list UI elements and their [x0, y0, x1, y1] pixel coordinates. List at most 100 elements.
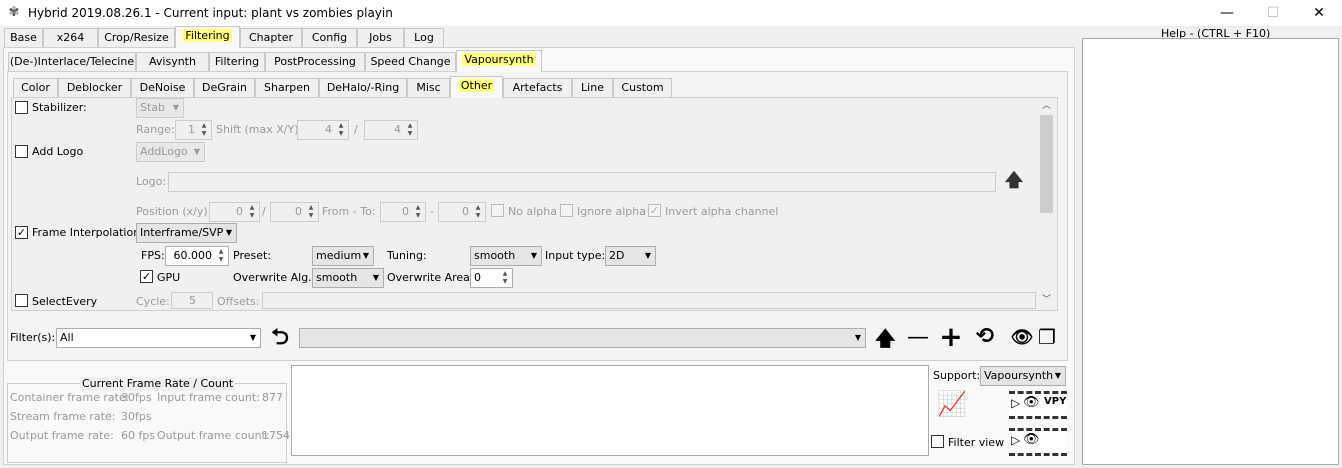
arrow-up-icon[interactable]: 🡅 — [1003, 170, 1025, 192]
spin-up-icon[interactable]: ▲ — [305, 204, 317, 212]
maximize-button[interactable]: ☐ — [1250, 0, 1296, 26]
tab-sharpen[interactable]: Sharpen — [255, 78, 319, 98]
spin-down-icon[interactable]: ▼ — [305, 212, 317, 220]
reset-icon[interactable]: ⟲ — [971, 324, 999, 350]
remove-icon[interactable]: — — [907, 326, 929, 350]
spin-down-icon[interactable]: ▼ — [198, 130, 210, 138]
tuning-select[interactable]: smooth ▼ — [470, 246, 542, 266]
eye-icon[interactable]: 👁 — [1010, 326, 1034, 350]
shift-x-spinner[interactable]: 4 ▲ ▼ — [297, 120, 349, 140]
output-frame-count-label: Output frame count: — [157, 429, 270, 442]
tab-dehalo[interactable]: DeHalo/-Ring — [319, 78, 407, 98]
script-preview-area[interactable] — [291, 365, 929, 456]
frame-interpolation-checkbox[interactable]: ✓ — [15, 226, 28, 239]
tab-jobs[interactable]: Jobs — [357, 28, 404, 48]
filters-select[interactable]: All ▼ — [56, 328, 261, 348]
tab-base[interactable]: Base — [4, 28, 43, 48]
filters-value: All — [60, 331, 74, 344]
tab-postprocessing[interactable]: PostProcessing — [265, 52, 365, 72]
move-up-icon[interactable]: 🡅 — [875, 326, 896, 350]
position-x-spinner[interactable]: 0 ▲ ▼ — [209, 202, 260, 222]
preview-button[interactable]: ▷ 👁 — [1009, 428, 1067, 456]
to-spinner[interactable]: 0 ▲ ▼ — [438, 202, 486, 222]
spin-up-icon[interactable]: ▲ — [198, 122, 210, 130]
offsets-label: Offsets: — [217, 295, 260, 308]
tab-deblocker[interactable]: Deblocker — [58, 78, 131, 98]
filter-view-label: Filter view — [948, 436, 1005, 449]
tab-crop-resize[interactable]: Crop/Resize — [98, 28, 175, 48]
tab-misc[interactable]: Misc — [407, 78, 450, 98]
select-every-checkbox[interactable] — [15, 294, 28, 307]
scroll-thumb[interactable] — [1040, 115, 1053, 213]
close-button[interactable]: ✕ — [1296, 0, 1342, 26]
preset-select[interactable]: medium ▼ — [312, 246, 374, 266]
offsets-field[interactable] — [262, 292, 1036, 309]
tab-vapoursynth[interactable]: Vapoursynth — [456, 50, 542, 72]
range-spinner[interactable]: 1 ▲ ▼ — [175, 120, 212, 140]
position-y-spinner[interactable]: 0 ▲ ▼ — [270, 202, 319, 222]
spin-down-icon[interactable]: ▼ — [499, 278, 511, 286]
chevron-down-icon: ▼ — [1054, 371, 1061, 380]
tab-chapter[interactable]: Chapter — [240, 28, 302, 48]
tab-config[interactable]: Config — [302, 28, 357, 48]
support-select[interactable]: Vapoursynth ▼ — [980, 366, 1066, 386]
stabilizer-checkbox[interactable] — [15, 101, 28, 114]
spin-up-icon[interactable]: ▲ — [215, 248, 227, 256]
logo-path-field[interactable] — [168, 172, 996, 192]
tab-color[interactable]: Color — [13, 78, 58, 98]
fps-spinner[interactable]: 60.000 ▲ ▼ — [165, 246, 229, 266]
tab-line[interactable]: Line — [572, 78, 613, 98]
tab-artefacts[interactable]: Artefacts — [503, 78, 572, 98]
stabilizer-mode-select[interactable]: Stab ▼ — [136, 98, 184, 118]
app-icon: ✾ — [8, 5, 20, 20]
tab-deinterlace[interactable]: (De-)Interlace/Telecine — [8, 52, 136, 72]
spin-up-icon[interactable]: ▲ — [499, 270, 511, 278]
tab-vapoursynth-label: Vapoursynth — [462, 53, 536, 66]
overwrite-alg-select[interactable]: smooth ▼ — [312, 268, 384, 288]
interpolation-method-select[interactable]: Interframe/SVP ▼ — [136, 223, 237, 243]
from-spinner[interactable]: 0 ▲ ▼ — [380, 202, 426, 222]
scroll-down-icon[interactable]: ﹀ — [1038, 292, 1055, 307]
tab-degrain[interactable]: DeGrain — [194, 78, 255, 98]
shift-y-spinner[interactable]: 4 ▲ ▼ — [364, 120, 418, 140]
no-alpha-checkbox[interactable] — [491, 204, 504, 217]
spin-up-icon[interactable]: ▲ — [335, 122, 347, 130]
filter-chain-select[interactable]: ▼ — [299, 328, 866, 348]
tab-denoise[interactable]: DeNoise — [131, 78, 194, 98]
vertical-scrollbar[interactable]: ︿ ﹀ — [1038, 98, 1055, 309]
ignore-alpha-checkbox[interactable] — [560, 204, 573, 217]
graph-icon[interactable]: 📈 — [933, 388, 971, 420]
undo-icon[interactable]: ⮌ — [267, 326, 293, 350]
add-icon[interactable]: + — [939, 323, 963, 351]
invert-alpha-checkbox[interactable]: ✓ — [648, 204, 661, 217]
tab-other[interactable]: Other — [450, 76, 503, 98]
filter-view-checkbox[interactable] — [931, 435, 944, 448]
scroll-up-icon[interactable]: ︿ — [1038, 98, 1055, 113]
tab-filtering[interactable]: Filtering — [175, 26, 240, 48]
tab-x264[interactable]: x264 — [43, 28, 98, 48]
spin-down-icon[interactable]: ▼ — [246, 212, 258, 220]
spin-up-icon[interactable]: ▲ — [412, 204, 424, 212]
tab-log[interactable]: Log — [404, 28, 444, 48]
spin-down-icon[interactable]: ▼ — [472, 212, 484, 220]
overwrite-area-spinner[interactable]: 0 ▲ ▼ — [470, 268, 513, 288]
add-logo-checkbox[interactable] — [15, 145, 28, 158]
gpu-checkbox[interactable]: ✓ — [140, 270, 153, 283]
spin-down-icon[interactable]: ▼ — [412, 212, 424, 220]
spin-up-icon[interactable]: ▲ — [246, 204, 258, 212]
vpy-preview-button[interactable]: ▷ 👁 VPY — [1009, 391, 1067, 419]
spin-down-icon[interactable]: ▼ — [215, 256, 227, 264]
minimize-button[interactable]: — — [1204, 0, 1250, 26]
cycle-spinner[interactable]: 5 — [171, 292, 213, 309]
pages-icon[interactable]: ❐ — [1036, 324, 1058, 350]
tab-custom[interactable]: Custom — [613, 78, 672, 98]
input-type-select[interactable]: 2D ▼ — [605, 246, 656, 266]
tab-avisynth[interactable]: Avisynth — [136, 52, 209, 72]
spin-down-icon[interactable]: ▼ — [335, 130, 347, 138]
tab-speed-change[interactable]: Speed Change — [365, 52, 456, 72]
spin-up-icon[interactable]: ▲ — [472, 204, 484, 212]
tab-filtering-sub[interactable]: Filtering — [209, 52, 265, 72]
add-logo-mode-select[interactable]: AddLogo ▼ — [136, 142, 205, 162]
spin-down-icon[interactable]: ▼ — [404, 130, 416, 138]
spin-up-icon[interactable]: ▲ — [404, 122, 416, 130]
